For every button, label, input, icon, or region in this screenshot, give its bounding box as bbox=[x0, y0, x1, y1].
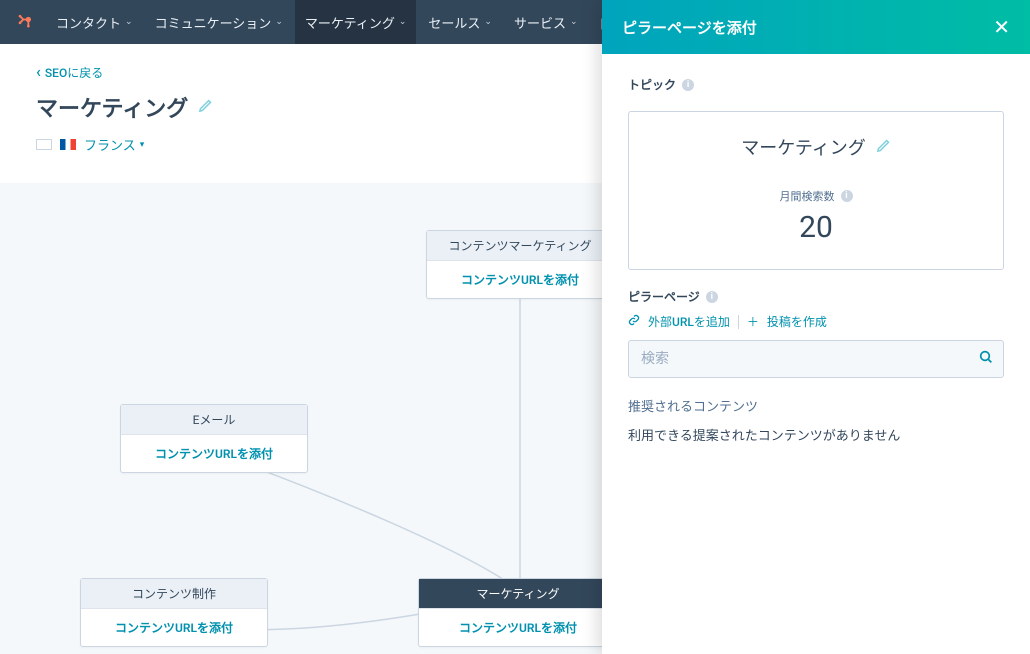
node-title: コンテンツマーケティング bbox=[427, 231, 613, 261]
chevron-down-icon: ⌄ bbox=[399, 17, 407, 27]
link-icon bbox=[628, 314, 640, 329]
suggested-content-empty: 利用できる提案されたコンテンツがありません bbox=[628, 425, 1004, 444]
topic-card: マーケティング 月間検索数 i 20 bbox=[628, 111, 1004, 270]
attach-content-url-link[interactable]: コンテンツURLを添付 bbox=[419, 609, 617, 646]
topic-name: マーケティング bbox=[741, 134, 866, 160]
monthly-search-volume-value: 20 bbox=[647, 210, 985, 245]
pencil-icon[interactable] bbox=[198, 98, 213, 117]
attach-content-url-link[interactable]: コンテンツURLを添付 bbox=[81, 609, 267, 646]
cluster-node-center[interactable]: マーケティング コンテンツURLを添付 bbox=[418, 578, 618, 647]
divider bbox=[738, 315, 739, 329]
nav-item-marketing[interactable]: マーケティング⌄ bbox=[295, 0, 417, 44]
search-icon[interactable] bbox=[978, 349, 994, 369]
search-input[interactable] bbox=[628, 340, 1004, 378]
cluster-node[interactable]: コンテンツ制作 コンテンツURLを添付 bbox=[80, 578, 268, 647]
attach-content-url-link[interactable]: コンテンツURLを添付 bbox=[427, 261, 613, 298]
monthly-search-volume-label: 月間検索数 i bbox=[780, 188, 853, 204]
nav-item-sales[interactable]: セールス⌄ bbox=[418, 0, 502, 44]
pillar-page-field-label: ピラーページ i bbox=[628, 288, 1004, 305]
pillar-page-panel: ピラーページを添付 ✕ トピック i マーケティング 月間検索数 i 2 bbox=[602, 0, 1030, 654]
info-icon[interactable]: i bbox=[706, 291, 718, 303]
page-title: マーケティング bbox=[36, 91, 188, 123]
info-icon[interactable]: i bbox=[841, 190, 853, 202]
nav-item-communication[interactable]: コミュニケーション⌄ bbox=[145, 0, 293, 44]
chevron-down-icon: ⌄ bbox=[275, 17, 283, 27]
cluster-node[interactable]: コンテンツマーケティング コンテンツURLを添付 bbox=[426, 230, 614, 299]
create-post-link[interactable]: 投稿を作成 bbox=[767, 313, 827, 330]
suggested-content-heading: 推奨されるコンテンツ bbox=[628, 396, 1004, 415]
chevron-down-icon: ⌄ bbox=[125, 17, 133, 27]
add-external-url-link[interactable]: 外部URLを追加 bbox=[648, 313, 730, 330]
plus-icon: ＋ bbox=[747, 313, 759, 330]
chevron-down-icon: ⌄ bbox=[570, 17, 578, 27]
node-title: コンテンツ制作 bbox=[81, 579, 267, 609]
close-icon[interactable]: ✕ bbox=[993, 15, 1010, 39]
info-icon[interactable]: i bbox=[682, 79, 694, 91]
cluster-node[interactable]: Eメール コンテンツURLを添付 bbox=[120, 404, 308, 473]
pencil-icon[interactable] bbox=[876, 138, 891, 157]
globe-icon bbox=[36, 139, 52, 150]
node-title: マーケティング bbox=[419, 579, 617, 609]
panel-title: ピラーページを添付 bbox=[622, 17, 757, 38]
nav-item-contacts[interactable]: コンタクト⌄ bbox=[46, 0, 143, 44]
locale-select[interactable]: フランス▾ bbox=[84, 135, 144, 154]
flag-france-icon bbox=[60, 139, 76, 150]
hubspot-logo-icon bbox=[14, 11, 36, 33]
nav-item-service[interactable]: サービス⌄ bbox=[504, 0, 588, 44]
attach-content-url-link[interactable]: コンテンツURLを添付 bbox=[121, 435, 307, 472]
topic-field-label: トピック i bbox=[628, 76, 1004, 93]
chevron-down-icon: ⌄ bbox=[484, 17, 492, 27]
back-to-seo-link[interactable]: SEOに戻る bbox=[36, 64, 103, 81]
node-title: Eメール bbox=[121, 405, 307, 435]
